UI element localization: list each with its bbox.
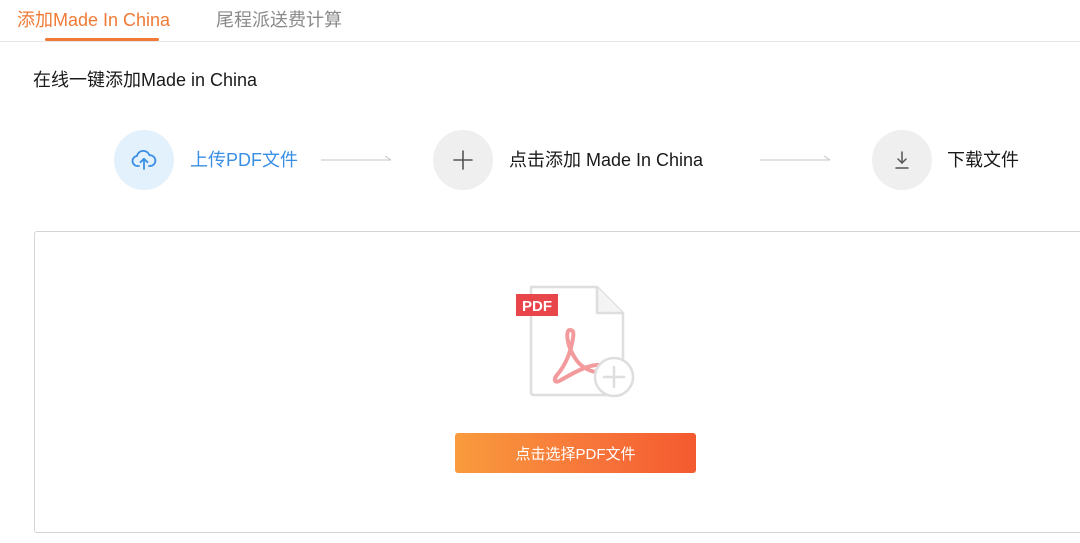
pdf-badge-text: PDF [522,298,552,315]
active-tab-indicator [45,38,159,41]
cloud-upload-icon [131,149,157,170]
tab-bar: 添加Made In China 尾程派送费计算 [0,0,1080,42]
step-arrow-icon [760,155,831,161]
step-1-label: 上传PDF文件 [190,150,298,170]
tab-add-made-in-china[interactable]: 添加Made In China [17,8,170,32]
step-arrow-icon [321,155,392,161]
tab-last-mile-fee[interactable]: 尾程派送费计算 [216,8,342,32]
step-3-label: 下载文件 [947,150,1019,170]
step-2-label: 点击添加 Made In China [509,150,704,170]
step-3-circle [872,130,932,190]
plus-icon [453,150,473,170]
step-2-circle [433,130,493,190]
pdf-file-add-icon: PDF [516,285,635,398]
select-pdf-button[interactable]: 点击选择PDF文件 [455,433,696,473]
step-1-circle [114,130,174,190]
page-title: 在线一键添加Made in China [33,70,258,90]
download-icon [895,151,909,169]
